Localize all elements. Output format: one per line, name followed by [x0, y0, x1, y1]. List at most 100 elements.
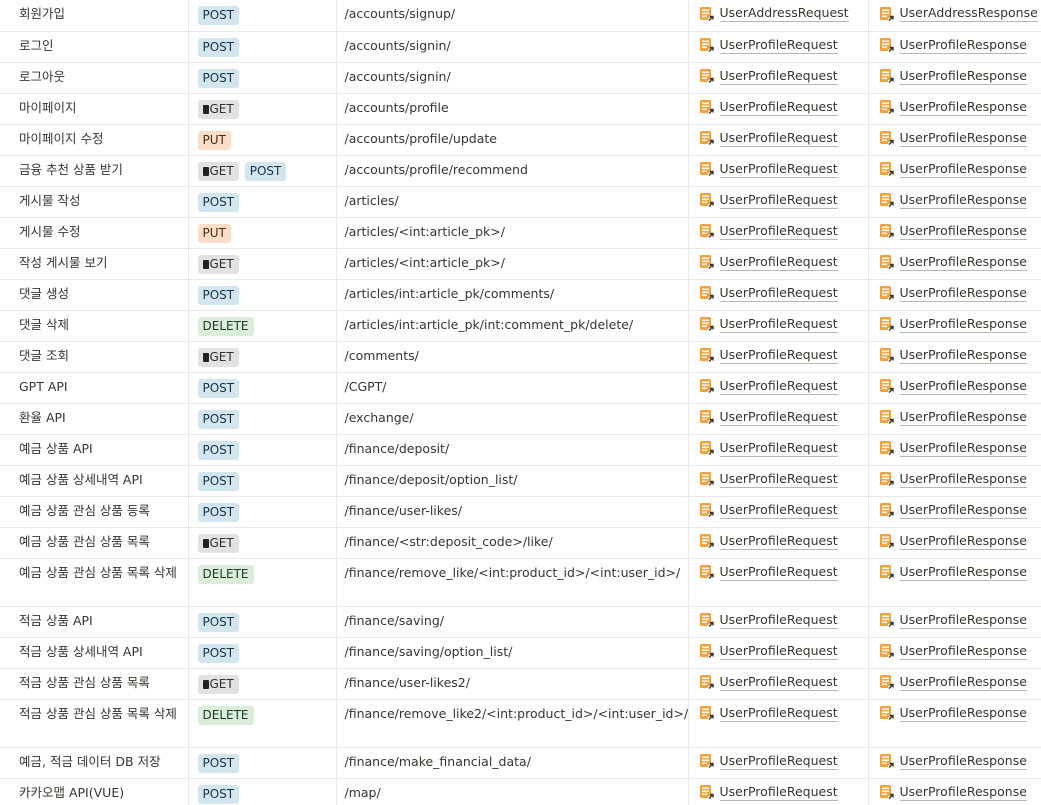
request-page-link[interactable]: UserProfileRequest — [699, 409, 838, 426]
method-tag[interactable]: GET — [197, 254, 239, 274]
response-page-link[interactable]: UserProfileResponse — [879, 378, 1027, 395]
request-cell: UserProfileRequest — [688, 62, 869, 94]
request-page-link[interactable]: UserProfileRequest — [699, 440, 838, 457]
method-tag[interactable]: POST — [197, 440, 240, 460]
url-cell: /articles/ — [336, 186, 689, 218]
table-row: 예금 상품 관심 상품 등록 POST/finance/user-likes/Us… — [0, 496, 1041, 528]
method-tag[interactable]: PUT — [197, 223, 231, 243]
method-tag[interactable]: POST — [197, 68, 240, 88]
request-page-link[interactable]: UserProfileRequest — [699, 378, 838, 395]
response-page-link[interactable]: UserProfileResponse — [879, 37, 1027, 54]
request-page-link[interactable]: UserAddressRequest — [699, 5, 849, 22]
request-page-link[interactable]: UserProfileRequest — [699, 674, 838, 691]
request-page-link[interactable]: UserProfileRequest — [699, 502, 838, 519]
response-page-link[interactable]: UserProfileResponse — [879, 674, 1027, 691]
method-tag[interactable]: POST — [197, 471, 240, 491]
page-link-icon — [879, 224, 894, 238]
method-tag[interactable]: POST — [197, 502, 240, 522]
request-page-link[interactable]: UserProfileRequest — [699, 612, 838, 629]
page-link-icon — [699, 410, 714, 424]
method-tag[interactable]: DELETE — [197, 705, 254, 725]
request-page-link[interactable]: UserProfileRequest — [699, 254, 838, 271]
request-page-link[interactable]: UserProfileRequest — [699, 161, 838, 178]
method-tag[interactable]: GET — [197, 674, 239, 694]
response-cell: UserProfileResponse — [868, 434, 1041, 466]
endpoint-name: 예금 상품 관심 상품 목록 삭제 — [0, 558, 189, 607]
method-tag[interactable]: POST — [197, 612, 240, 632]
request-page-link[interactable]: UserProfileRequest — [699, 784, 838, 801]
method-tag[interactable]: GET — [197, 161, 239, 181]
response-page-link[interactable]: UserProfileResponse — [879, 705, 1027, 722]
response-page-link[interactable]: UserProfileResponse — [879, 471, 1027, 488]
request-page-link[interactable]: UserProfileRequest — [699, 316, 838, 333]
request-cell: UserProfileRequest — [688, 279, 869, 311]
method-tag[interactable]: POST — [197, 753, 240, 773]
response-page-link[interactable]: UserProfileResponse — [879, 161, 1027, 178]
method-tag[interactable]: DELETE — [197, 316, 254, 336]
method-tag[interactable]: PUT — [197, 130, 231, 150]
request-cell: UserProfileRequest — [688, 93, 869, 125]
page-link-icon — [699, 644, 714, 658]
method-tag[interactable]: GET — [197, 347, 239, 367]
response-page-link[interactable]: UserProfileResponse — [879, 564, 1027, 581]
response-page-link[interactable]: UserProfileResponse — [879, 502, 1027, 519]
request-page-link[interactable]: UserProfileRequest — [699, 533, 838, 550]
response-page-link[interactable]: UserProfileResponse — [879, 409, 1027, 426]
api-table-body: 회원가입 POST/accounts/signup/UserAddressRequ… — [0, 0, 1041, 805]
method-tag[interactable]: POST — [197, 378, 240, 398]
method-tag[interactable]: GET — [197, 533, 239, 553]
method-cell: POST — [188, 372, 337, 404]
method-cell: PUT — [188, 217, 337, 249]
page-link-icon — [879, 644, 894, 658]
method-tag[interactable]: POST — [197, 409, 240, 429]
method-tag[interactable]: POST — [197, 285, 240, 305]
response-page-link[interactable]: UserProfileResponse — [879, 347, 1027, 364]
response-page-link[interactable]: UserProfileResponse — [879, 192, 1027, 209]
method-tag[interactable]: POST — [244, 161, 287, 181]
method-tag[interactable]: DELETE — [197, 564, 254, 584]
response-page-link[interactable]: UserProfileResponse — [879, 254, 1027, 271]
response-page-link[interactable]: UserProfileResponse — [879, 68, 1027, 85]
request-page-link[interactable]: UserProfileRequest — [699, 37, 838, 54]
endpoint-name: 금융 추천 상품 받기 — [0, 155, 189, 187]
response-page-link[interactable]: UserProfileResponse — [879, 285, 1027, 302]
method-cell: GET — [188, 527, 337, 559]
response-page-link[interactable]: UserProfileResponse — [879, 99, 1027, 116]
table-row: 예금 상품 관심 상품 목록 삭제 DELETE/finance/remove_l… — [0, 558, 1041, 607]
response-page-link[interactable]: UserProfileResponse — [879, 612, 1027, 629]
method-tag[interactable]: POST — [197, 6, 240, 25]
table-row: 예금 상품 API POST/finance/deposit/UserProfil… — [0, 434, 1041, 466]
request-page-link[interactable]: UserProfileRequest — [699, 347, 838, 364]
method-tag[interactable]: POST — [197, 643, 240, 663]
request-page-link[interactable]: UserProfileRequest — [699, 130, 838, 147]
response-page-link[interactable]: UserProfileResponse — [879, 643, 1027, 660]
request-page-link[interactable]: UserProfileRequest — [699, 705, 838, 722]
response-page-link[interactable]: UserProfileResponse — [879, 316, 1027, 333]
request-page-link[interactable]: UserProfileRequest — [699, 285, 838, 302]
request-cell: UserProfileRequest — [688, 778, 869, 805]
method-tag[interactable]: POST — [197, 192, 240, 212]
response-page-link[interactable]: UserProfileResponse — [879, 223, 1027, 240]
response-page-link[interactable]: UserProfileResponse — [879, 784, 1027, 801]
url-cell: /accounts/signup/ — [336, 0, 689, 32]
request-page-link[interactable]: UserProfileRequest — [699, 471, 838, 488]
method-cell: POST — [188, 778, 337, 805]
page-link-icon — [699, 534, 714, 548]
method-tag[interactable]: POST — [197, 784, 240, 804]
request-page-link[interactable]: UserProfileRequest — [699, 564, 838, 581]
method-tag[interactable]: POST — [197, 37, 240, 57]
request-page-link[interactable]: UserProfileRequest — [699, 753, 838, 770]
response-page-link[interactable]: UserProfileResponse — [879, 440, 1027, 457]
response-page-link[interactable]: UserProfileResponse — [879, 753, 1027, 770]
request-page-link[interactable]: UserProfileRequest — [699, 99, 838, 116]
request-page-link[interactable]: UserProfileRequest — [699, 192, 838, 209]
table-row: 로그인 POST/accounts/signin/UserProfileReque… — [0, 31, 1041, 63]
method-tag[interactable]: GET — [197, 99, 239, 119]
response-page-link[interactable]: UserAddressResponse — [879, 5, 1038, 22]
response-cell: UserProfileResponse — [868, 310, 1041, 342]
response-page-link[interactable]: UserProfileResponse — [879, 130, 1027, 147]
request-page-link[interactable]: UserProfileRequest — [699, 643, 838, 660]
response-page-link[interactable]: UserProfileResponse — [879, 533, 1027, 550]
request-page-link[interactable]: UserProfileRequest — [699, 68, 838, 85]
request-page-link[interactable]: UserProfileRequest — [699, 223, 838, 240]
